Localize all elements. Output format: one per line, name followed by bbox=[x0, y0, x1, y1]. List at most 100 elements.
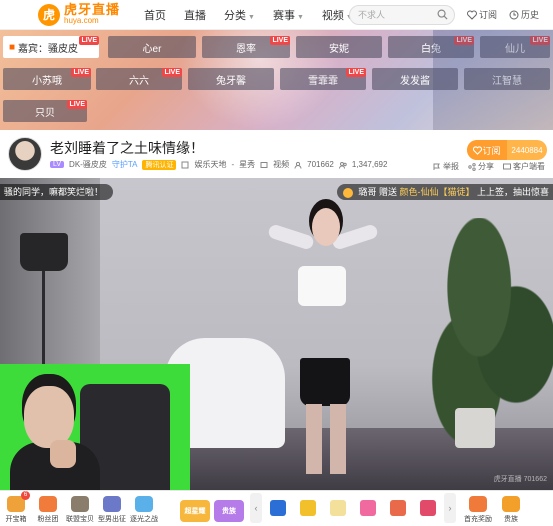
nav-item-label: 直播 bbox=[184, 9, 207, 22]
guest-anchor-banner: ■ 嘉宾：骚皮皮 LIVE 心er 恩率 LIVE 安妮 白兔 LIVE 仙儿 LIVE 小苏哦 LIV… bbox=[0, 30, 553, 130]
gift-icon bbox=[330, 500, 346, 516]
nav-item-2[interactable]: 分类 ▼ bbox=[224, 7, 255, 23]
anchor-chip-0[interactable]: 心er bbox=[108, 36, 196, 58]
super-star-promo[interactable]: 超星耀 bbox=[180, 500, 210, 522]
gift-item-5[interactable] bbox=[414, 493, 442, 523]
share-button[interactable]: 分享 bbox=[468, 161, 494, 172]
client-watch-button[interactable]: 客户端看 bbox=[503, 161, 545, 172]
search-icon[interactable] bbox=[437, 9, 448, 20]
toolbar-item-2[interactable]: 联盟宝贝 bbox=[64, 490, 96, 526]
subcategory-link[interactable]: 星秀 bbox=[239, 159, 255, 170]
main-nav: 首页 直播 分类▼ 赛事▼ 视频 ▼ bbox=[144, 7, 371, 23]
search-placeholder: 不求人 bbox=[358, 10, 386, 20]
live-badge: LIVE bbox=[162, 68, 182, 77]
toolbar-item-icon bbox=[135, 496, 153, 512]
noble-button[interactable]: 贵族 bbox=[496, 490, 526, 526]
toolbar-item-label: 型男出征 bbox=[98, 516, 126, 523]
huya-logo[interactable]: 虎 虎牙直播 huya.com bbox=[38, 0, 120, 30]
nav-item-0[interactable]: 首页 bbox=[144, 7, 166, 23]
gift-prev-button[interactable]: ‹ bbox=[250, 493, 262, 523]
lamp-image bbox=[20, 233, 68, 271]
live-badge: LIVE bbox=[454, 36, 474, 45]
chevron-down-icon: ▼ bbox=[296, 13, 304, 21]
anchor-chip-9[interactable]: 发发酱 bbox=[372, 68, 458, 90]
anchor-chip-10[interactable]: 江智慧 bbox=[464, 68, 550, 90]
anchor-chip-3[interactable]: 白兔 LIVE bbox=[388, 36, 474, 58]
nav-item-label: 赛事 bbox=[272, 9, 295, 22]
crown-icon bbox=[502, 496, 520, 512]
viewer-count: 701662 bbox=[307, 160, 334, 169]
gift-icon bbox=[342, 187, 353, 198]
search-input[interactable]: 不求人 bbox=[349, 5, 455, 25]
video-link[interactable]: 视频 bbox=[273, 159, 289, 170]
logo-text-cn: 虎牙直播 bbox=[64, 1, 121, 17]
webcam-overlay bbox=[0, 364, 190, 490]
live-badge: LIVE bbox=[67, 100, 87, 109]
gift-item-0[interactable] bbox=[264, 493, 292, 523]
anchor-chip-2[interactable]: 安妮 bbox=[296, 36, 382, 58]
video-player[interactable]: 骚的同学，嘛都笑烂啦！ 璐哥 赠送 颜色-仙仙【猫徒】 上上签，抽出惊喜 虎牙直… bbox=[0, 178, 553, 490]
clock-icon bbox=[509, 10, 519, 19]
nav-item-label: 视频 bbox=[321, 9, 344, 22]
anchor-chip-6[interactable]: 六六 LIVE bbox=[96, 68, 182, 90]
subscribe-link[interactable]: 订阅 bbox=[466, 8, 497, 21]
guest-anchor-chip[interactable]: ■ 嘉宾：骚皮皮 LIVE bbox=[3, 36, 99, 58]
live-badge: LIVE bbox=[530, 36, 550, 45]
share-icon bbox=[468, 162, 476, 171]
toolbar-item-3[interactable]: 型男出征 bbox=[96, 490, 128, 526]
monitor-icon bbox=[503, 163, 511, 169]
anchor-chip-1[interactable]: 恩率 LIVE bbox=[202, 36, 290, 58]
gift-item-3[interactable] bbox=[354, 493, 382, 523]
noble-label: 贵族 bbox=[504, 516, 518, 523]
history-link[interactable]: 历史 bbox=[509, 8, 539, 21]
gift-item-1[interactable] bbox=[294, 493, 322, 523]
toolbar-item-0[interactable]: 开宝箱 6 bbox=[0, 490, 32, 526]
gift-item-4[interactable] bbox=[384, 493, 412, 523]
room-actions: 举报 分享 客户端看 bbox=[424, 161, 545, 172]
gift-verb: 赠送 bbox=[378, 187, 397, 197]
top-navigation: 虎 虎牙直播 huya.com 首页 直播 分类▼ 赛事▼ 视频 ▼ 不求人 订阅 历史 bbox=[0, 0, 553, 30]
anchor-chip-4[interactable]: 仙儿 LIVE bbox=[480, 36, 550, 58]
nav-item-1[interactable]: 直播 bbox=[184, 7, 206, 23]
logo-mark-icon: 虎 bbox=[38, 3, 60, 26]
top-right-links: 订阅 历史 bbox=[455, 8, 539, 21]
video-icon bbox=[260, 161, 268, 168]
anchor-chip-label: 恩率 bbox=[236, 43, 256, 55]
chat-overlay-left: 骚的同学，嘛都笑烂啦！ bbox=[0, 184, 114, 200]
report-button[interactable]: 举报 bbox=[433, 161, 459, 172]
category-icon bbox=[181, 161, 189, 168]
client-watch-label: 客户端看 bbox=[513, 162, 545, 171]
subscribe-button[interactable]: 订阅 2440884 bbox=[467, 140, 547, 160]
host-avatar[interactable] bbox=[8, 137, 42, 171]
noble-promo[interactable]: 贵族 bbox=[214, 500, 244, 522]
anchor-chip-5[interactable]: 小苏哦 LIVE bbox=[3, 68, 91, 90]
first-charge-icon bbox=[469, 496, 487, 512]
anchor-chip-label: 六六 bbox=[129, 75, 149, 87]
live-badge: LIVE bbox=[71, 68, 91, 77]
anchor-chip-11[interactable]: 只贝 LIVE bbox=[3, 100, 87, 122]
report-label: 举报 bbox=[443, 162, 459, 171]
room-meta: LV DK-骚皮皮 守护TA 腾讯认证 娱乐天地 - 星秀 视频 701662 … bbox=[50, 159, 392, 170]
anchor-chip-8[interactable]: 雪霏霏 LIVE bbox=[280, 68, 366, 90]
webcam-person-image bbox=[24, 386, 74, 448]
first-charge-button[interactable]: 首充奖励 bbox=[460, 490, 496, 526]
guild-tag[interactable]: 守护TA bbox=[112, 159, 138, 170]
gift-sender: 璐哥 bbox=[358, 187, 377, 197]
category-link[interactable]: 娱乐天地 bbox=[194, 159, 226, 170]
page: 虎 虎牙直播 huya.com 首页直播分类▼赛事▼视频▼ 不求人 订阅 历史 … bbox=[0, 0, 553, 526]
toolbar-item-1[interactable]: 粉丝团 bbox=[32, 490, 64, 526]
toolbar-item-icon bbox=[103, 496, 121, 512]
category-sep: - bbox=[231, 160, 235, 169]
anchor-chip-label: 心er bbox=[142, 43, 162, 55]
room-info-bar: 老刘睡着了之土味情缘！ LV DK-骚皮皮 守护TA 腾讯认证 娱乐天地 - 星… bbox=[0, 130, 553, 178]
gift-item-2[interactable] bbox=[324, 493, 352, 523]
gift-next-button[interactable]: › bbox=[444, 493, 456, 523]
toolbar-item-label: 粉丝团 bbox=[37, 516, 59, 523]
gift-icon bbox=[360, 500, 376, 516]
anchor-chip-7[interactable]: 兔牙馨 bbox=[188, 68, 274, 90]
first-charge-label: 首充奖励 bbox=[464, 516, 492, 523]
anchor-chip-label: 小苏哦 bbox=[32, 75, 62, 87]
host-name[interactable]: DK-骚皮皮 bbox=[69, 159, 107, 170]
nav-item-3[interactable]: 赛事 ▼ bbox=[273, 7, 304, 23]
toolbar-item-4[interactable]: 逐光之战 bbox=[128, 490, 160, 526]
